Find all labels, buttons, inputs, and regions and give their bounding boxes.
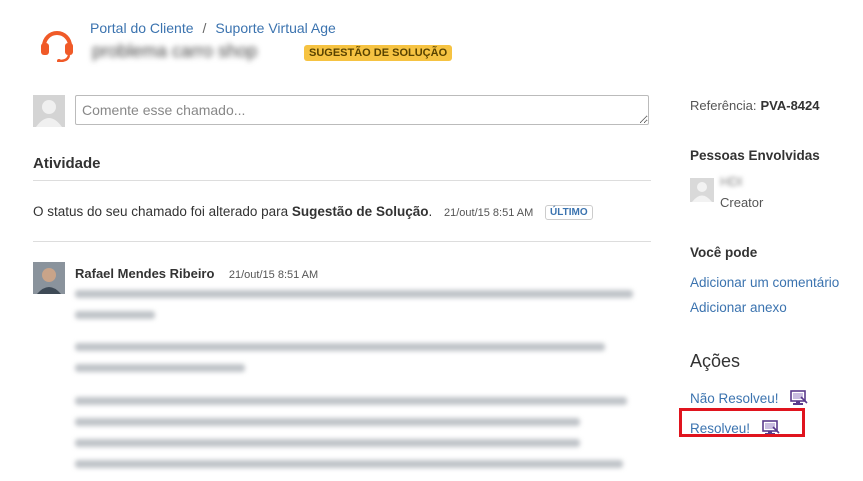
person-photo-icon <box>33 262 65 294</box>
headset-logo-icon <box>41 31 73 62</box>
breadcrumb-separator: / <box>202 20 207 36</box>
comment-input[interactable] <box>75 95 649 125</box>
blurred-text-line <box>75 460 623 468</box>
reference-value: PVA-8424 <box>760 98 820 113</box>
commenter-avatar <box>33 262 65 294</box>
breadcrumb-portal-link[interactable]: Portal do Cliente <box>90 20 194 36</box>
latest-badge: ÚLTIMO <box>545 205 593 220</box>
blurred-text-line <box>75 397 627 405</box>
blurred-text-line <box>75 290 633 298</box>
highlight-annotation-box <box>679 408 805 437</box>
comment-header: Rafael Mendes Ribeiro 21/out/15 8:51 AM <box>75 265 318 283</box>
comment-author: Rafael Mendes Ribeiro <box>75 266 215 281</box>
you-can-heading: Você pode <box>690 245 758 260</box>
status-change-value: Sugestão de Solução <box>291 204 429 219</box>
not-resolved-action[interactable]: Não Resolveu! <box>690 390 808 406</box>
blurred-text-line <box>75 311 155 319</box>
user-avatar <box>33 95 65 127</box>
people-heading: Pessoas Envolvidas <box>690 148 820 163</box>
breadcrumb-project-link[interactable]: Suporte Virtual Age <box>215 20 335 36</box>
comment-body-blurred <box>75 286 635 476</box>
status-change-text: O status do seu chamado foi alterado par… <box>33 204 289 219</box>
divider <box>33 180 651 181</box>
person-avatar <box>690 178 714 202</box>
divider <box>33 241 651 242</box>
add-comment-link[interactable]: Adicionar um comentário <box>690 275 839 290</box>
monitor-icon <box>790 390 808 405</box>
comment-date: 21/out/15 8:51 AM <box>228 269 319 281</box>
blurred-text-line <box>75 439 580 447</box>
blurred-text-line <box>75 343 605 351</box>
person-name: HDI <box>720 174 743 189</box>
activity-heading: Atividade <box>33 155 101 172</box>
not-resolved-link[interactable]: Não Resolveu! <box>690 391 779 406</box>
blurred-text-line <box>75 364 245 372</box>
breadcrumb: Portal do Cliente / Suporte Virtual Age <box>90 20 336 36</box>
status-change-suffix: . <box>428 204 433 219</box>
blurred-text-line <box>75 418 580 426</box>
person-role: Creator <box>720 195 764 210</box>
reference: Referência: PVA-8424 <box>690 98 820 113</box>
ticket-title: problema carro shop <box>92 41 258 61</box>
status-badge: SUGESTÃO DE SOLUÇÃO <box>304 45 453 61</box>
actions-heading: Ações <box>690 351 741 371</box>
status-change-date: 21/out/15 8:51 AM <box>443 207 534 219</box>
default-avatar-icon <box>36 100 62 127</box>
reference-label: Referência: <box>690 98 757 113</box>
add-attachment-link[interactable]: Adicionar anexo <box>690 300 787 315</box>
default-avatar-icon <box>692 182 712 202</box>
status-change-entry: O status do seu chamado foi alterado par… <box>33 204 593 220</box>
